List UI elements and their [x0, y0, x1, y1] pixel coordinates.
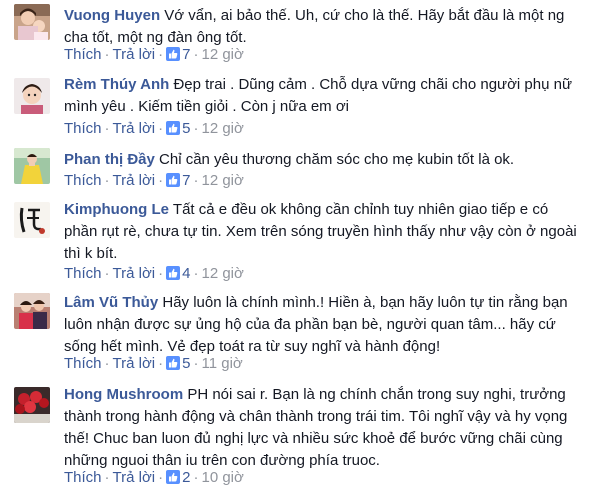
like-link[interactable]: Thích [64, 120, 102, 137]
red-roses-photo-icon [14, 387, 50, 423]
timestamp[interactable]: 12 giờ [201, 172, 243, 189]
separator: · [158, 120, 164, 137]
comment-author[interactable]: Kimphuong Le [64, 201, 169, 218]
avatar[interactable] [14, 4, 50, 40]
reply-link[interactable]: Trả lời [113, 265, 156, 282]
avatar[interactable] [14, 202, 50, 238]
comment-author[interactable]: Rèm Thúy Anh [64, 76, 169, 93]
child-photo-icon [14, 78, 50, 114]
separator: · [158, 172, 164, 189]
thumbs-up-icon[interactable] [166, 470, 181, 484]
separator: · [193, 46, 199, 63]
avatar[interactable] [14, 293, 50, 329]
separator: · [104, 265, 110, 282]
separator: · [158, 265, 164, 282]
timestamp[interactable]: 11 giờ [201, 355, 242, 372]
reply-link[interactable]: Trả lời [113, 46, 156, 63]
comment-author[interactable]: Lâm Vũ Thủy [64, 294, 158, 311]
comment-text: Chỉ cần yêu thương chăm sóc cho mẹ kubin… [159, 151, 515, 168]
like-link[interactable]: Thích [64, 265, 102, 282]
comment-author[interactable]: Phan thị Đầy [64, 151, 155, 168]
like-link[interactable]: Thích [64, 355, 102, 372]
separator: · [104, 355, 110, 372]
reply-link[interactable]: Trả lời [113, 172, 156, 189]
separator: · [193, 265, 199, 282]
avatar[interactable] [14, 78, 50, 114]
calligraphy-logo-icon [14, 202, 50, 238]
separator: · [193, 469, 199, 486]
avatar[interactable] [14, 148, 50, 184]
two-people-photo-icon [14, 293, 50, 329]
timestamp[interactable]: 12 giờ [201, 46, 243, 63]
reply-link[interactable]: Trả lời [113, 120, 156, 137]
like-link[interactable]: Thích [64, 46, 102, 63]
avatar[interactable] [14, 387, 50, 423]
comment-author[interactable]: Hong Mushroom [64, 386, 183, 403]
timestamp[interactable]: 10 giờ [201, 469, 243, 486]
timestamp[interactable]: 12 giờ [201, 120, 243, 137]
timestamp[interactable]: 12 giờ [201, 265, 243, 282]
thumbs-up-icon[interactable] [166, 266, 181, 280]
separator: · [104, 46, 110, 63]
separator: · [104, 120, 110, 137]
separator: · [193, 172, 199, 189]
thumbs-up-icon[interactable] [166, 356, 181, 370]
comment-author[interactable]: Vuong Huyen [64, 7, 160, 24]
reply-link[interactable]: Trả lời [113, 469, 156, 486]
thumbs-up-icon[interactable] [166, 173, 181, 187]
woman-in-yellow-dress-photo-icon [14, 148, 50, 184]
separator: · [158, 469, 164, 486]
separator: · [104, 172, 110, 189]
separator: · [193, 120, 199, 137]
separator: · [104, 469, 110, 486]
separator: · [158, 355, 164, 372]
thumbs-up-icon[interactable] [166, 121, 181, 135]
like-link[interactable]: Thích [64, 469, 102, 486]
separator: · [193, 355, 199, 372]
like-link[interactable]: Thích [64, 172, 102, 189]
thumbs-up-icon[interactable] [166, 47, 181, 61]
separator: · [158, 46, 164, 63]
woman-with-child-photo-icon [14, 4, 50, 40]
reply-link[interactable]: Trả lời [113, 355, 156, 372]
